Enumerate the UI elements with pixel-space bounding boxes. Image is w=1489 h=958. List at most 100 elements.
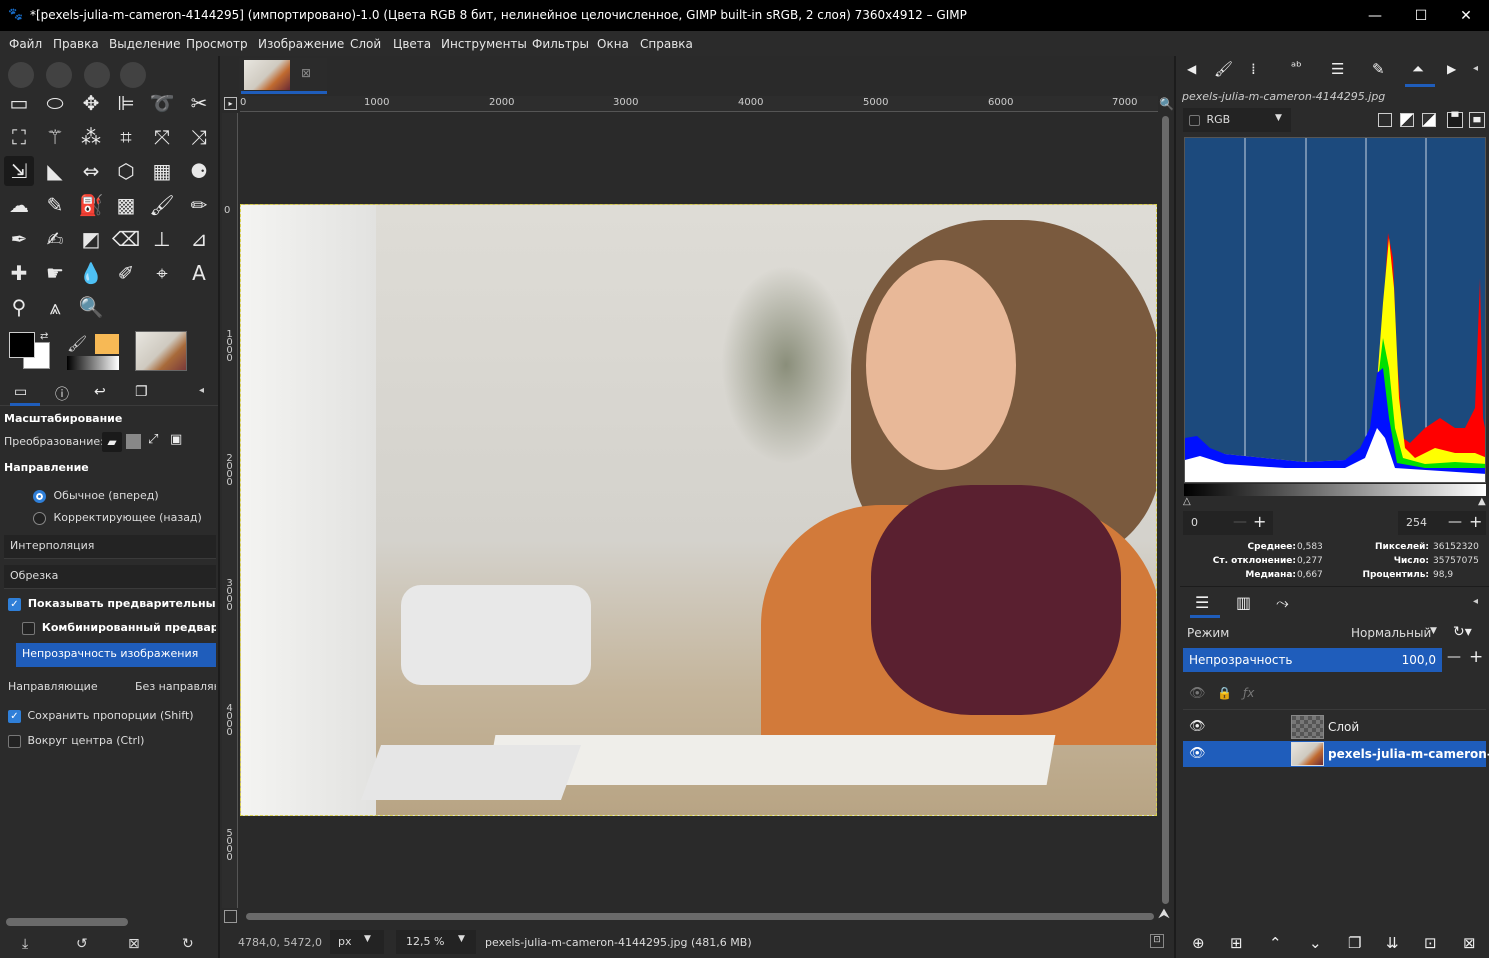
- maximize-button[interactable]: ☐: [1398, 0, 1444, 31]
- transform-image-icon[interactable]: ▣: [170, 432, 182, 447]
- layers-tab-icon[interactable]: ☰: [1195, 593, 1209, 612]
- warp-tool-icon[interactable]: ☁: [4, 190, 34, 220]
- menu-edit[interactable]: Правка: [53, 37, 99, 51]
- bucket-fill-icon[interactable]: ⛽: [76, 190, 106, 220]
- fonts-tab-icon[interactable]: ᵃᵇ: [1291, 60, 1302, 75]
- scroll-right-icon[interactable]: ▶: [1447, 62, 1456, 76]
- histogram-bars-icon[interactable]: ▀: [1447, 112, 1463, 128]
- perspective-clone-icon[interactable]: ⊿: [184, 224, 214, 254]
- tool-options-tab-icon[interactable]: ▭: [14, 384, 27, 400]
- pencil-icon[interactable]: ✏: [184, 190, 214, 220]
- paintbrush-icon[interactable]: 🖌: [147, 190, 177, 220]
- channel-select[interactable]: RGB ▼: [1183, 108, 1291, 132]
- menu-tools[interactable]: Инструменты: [441, 37, 527, 51]
- warp-transform-icon[interactable]: ⤨: [184, 122, 214, 152]
- handle-transform-icon[interactable]: ⚈: [184, 156, 214, 186]
- canvas-area[interactable]: [240, 113, 1158, 908]
- shear-tool-icon[interactable]: ◣: [40, 156, 70, 186]
- foreground-select-icon[interactable]: ⛶: [4, 122, 34, 152]
- airbrush-icon[interactable]: ✒: [4, 224, 34, 254]
- unified-transform-icon[interactable]: ⤧: [147, 122, 177, 152]
- menu-select[interactable]: Выделение: [109, 37, 180, 51]
- scissors-select-icon[interactable]: ✂: [184, 88, 214, 118]
- composited-preview-checkbox[interactable]: Комбинированный предварит: [22, 621, 216, 635]
- dock-menu-icon[interactable]: ◂: [199, 385, 204, 396]
- range-min-handle-icon[interactable]: △: [1183, 496, 1191, 507]
- zoom-select[interactable]: 12,5 % ▼: [396, 930, 476, 954]
- patterns-tab-icon[interactable]: ⁞: [1251, 60, 1256, 78]
- dock-menu-icon[interactable]: ◂: [1473, 63, 1478, 74]
- tool-options-scrollbar[interactable]: [6, 918, 128, 926]
- transform-selection-icon[interactable]: [126, 434, 141, 449]
- channels-tab-icon[interactable]: ▥: [1236, 593, 1251, 612]
- image-opacity-slider[interactable]: Непрозрачность изображения: [16, 643, 216, 667]
- layer-row[interactable]: 👁 Слой: [1183, 714, 1486, 740]
- move-tool-icon[interactable]: ✥: [76, 88, 106, 118]
- clone-tool-icon[interactable]: ⊥: [147, 224, 177, 254]
- dodge-burn-icon[interactable]: ✐: [111, 258, 141, 288]
- histogram-view[interactable]: [1184, 137, 1486, 483]
- raise-layer-icon[interactable]: ⌃: [1269, 934, 1282, 952]
- select-by-color-icon[interactable]: ⁂: [76, 122, 106, 152]
- clipping-select[interactable]: Обрезка: [4, 565, 216, 589]
- duplicate-layer-icon[interactable]: ❐: [1348, 934, 1361, 952]
- dock-menu-icon[interactable]: ◂: [1473, 596, 1478, 607]
- unit-select[interactable]: px ▼: [330, 930, 384, 954]
- minimize-button[interactable]: —: [1352, 0, 1398, 31]
- ellipse-select-icon[interactable]: ⬭: [40, 88, 70, 118]
- zoom-fit-icon[interactable]: 🔍: [1159, 97, 1174, 111]
- quick-mask-toggle-icon[interactable]: [224, 910, 237, 923]
- layer-mask-icon[interactable]: ⊡: [1424, 934, 1437, 952]
- mypaint-brush-icon[interactable]: ◩: [76, 224, 106, 254]
- direction-backward-radio[interactable]: Корректирующее (назад): [33, 511, 202, 525]
- reset-options-icon[interactable]: ↻: [182, 936, 194, 952]
- undo-history-tab-icon[interactable]: ↩: [94, 384, 106, 400]
- zoom-tool-icon[interactable]: 🔍: [76, 292, 106, 322]
- color-picker-icon[interactable]: ⚲: [4, 292, 34, 322]
- menu-view[interactable]: Просмотр: [186, 37, 248, 51]
- mode-select[interactable]: Нормальный ▼: [1344, 621, 1446, 645]
- crop-tool-icon[interactable]: ⌗: [111, 122, 141, 152]
- decrement-icon[interactable]: —: [1233, 514, 1247, 530]
- increment-icon[interactable]: +: [1469, 512, 1482, 531]
- ink-tool-icon[interactable]: ✍: [40, 224, 70, 254]
- horizontal-scrollbar[interactable]: [246, 913, 1154, 920]
- decrement-icon[interactable]: —: [1448, 514, 1462, 530]
- guides-select[interactable]: Без направляю: [135, 680, 216, 693]
- menu-image[interactable]: Изображение: [258, 37, 344, 51]
- align-tool-icon[interactable]: ⊫: [111, 88, 141, 118]
- cage-transform-icon[interactable]: ▦: [147, 156, 177, 186]
- log-histogram-alt-icon[interactable]: [1422, 113, 1436, 127]
- image-canvas[interactable]: [240, 204, 1157, 816]
- increment-icon[interactable]: +: [1469, 647, 1483, 667]
- pattern-swatch[interactable]: [95, 334, 119, 354]
- gradient-swatch[interactable]: [67, 356, 119, 370]
- delete-layer-icon[interactable]: ⊠: [1463, 934, 1476, 952]
- transform-path-icon[interactable]: ⤢: [148, 432, 158, 447]
- new-layer-group-icon[interactable]: ⊞: [1230, 934, 1243, 952]
- images-tab-icon[interactable]: ❐: [135, 384, 148, 400]
- around-center-checkbox[interactable]: Вокруг центра (Ctrl): [8, 734, 144, 748]
- gradient-tool-icon[interactable]: ▩: [111, 190, 141, 220]
- compass-icon[interactable]: ⩓: [40, 292, 70, 322]
- text-tool-icon[interactable]: A: [184, 258, 214, 288]
- scale-tool-icon[interactable]: ⇲: [4, 156, 34, 186]
- menu-help[interactable]: Справка: [640, 37, 693, 51]
- heal-tool-icon[interactable]: ✚: [4, 258, 34, 288]
- scroll-left-icon[interactable]: ◀: [1187, 62, 1196, 76]
- eraser-icon[interactable]: ⌫: [111, 224, 141, 254]
- interpolation-select[interactable]: Интерполяция: [4, 535, 216, 559]
- eye-icon[interactable]: 👁: [1189, 719, 1206, 734]
- menu-file[interactable]: Файл: [9, 37, 42, 51]
- fuzzy-select-icon[interactable]: ⚚: [40, 122, 70, 152]
- swap-colors-icon[interactable]: ⇄: [40, 331, 48, 342]
- restore-options-icon[interactable]: ↺: [76, 936, 88, 952]
- layer-row-selected[interactable]: 👁 pexels-julia-m-cameron-4144: [1183, 741, 1489, 767]
- menu-layer[interactable]: Слой: [350, 37, 381, 51]
- image-tab[interactable]: ⊠: [239, 58, 327, 94]
- transform-layer-icon[interactable]: ▰: [102, 432, 122, 452]
- increment-icon[interactable]: +: [1253, 512, 1266, 531]
- opacity-slider[interactable]: Непрозрачность 100,0: [1183, 648, 1442, 672]
- device-status-tab-icon[interactable]: ⓘ: [55, 384, 69, 404]
- menu-windows[interactable]: Окна: [597, 37, 629, 51]
